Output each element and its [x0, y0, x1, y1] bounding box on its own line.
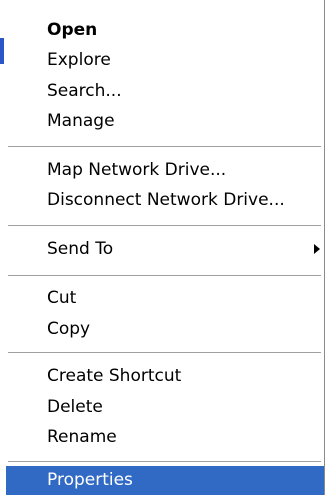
menu-item-copy[interactable]: Copy	[6, 314, 324, 345]
edge-selection-mark	[0, 38, 4, 64]
send-to-label: Send To	[47, 239, 114, 259]
menu-item-create-shortcut[interactable]: Create Shortcut	[6, 361, 324, 392]
menu-item-explore[interactable]: Explore	[6, 45, 324, 76]
menu-item-search[interactable]: Search...	[6, 76, 324, 107]
menu-item-delete[interactable]: Delete	[6, 392, 324, 423]
menu-item-send-to[interactable]: Send To	[6, 234, 324, 265]
menu-item-disconnect-network-drive[interactable]: Disconnect Network Drive...	[6, 185, 324, 216]
menu-item-rename[interactable]: Rename	[6, 422, 324, 453]
menu-item-cut[interactable]: Cut	[6, 283, 324, 314]
menu-item-open[interactable]: Open	[6, 15, 324, 46]
menu-separator	[8, 146, 321, 148]
menu-separator	[8, 225, 321, 227]
menu-separator	[8, 352, 321, 354]
menu-separator	[8, 275, 321, 277]
menu-item-properties[interactable]: Properties	[6, 466, 324, 495]
context-menu: Open Explore Search... Manage Map Networ…	[6, 0, 325, 495]
menu-separator	[8, 461, 321, 463]
menu-item-manage[interactable]: Manage	[6, 106, 324, 137]
menu-item-map-network-drive[interactable]: Map Network Drive...	[6, 155, 324, 186]
submenu-arrow-icon	[314, 244, 320, 254]
